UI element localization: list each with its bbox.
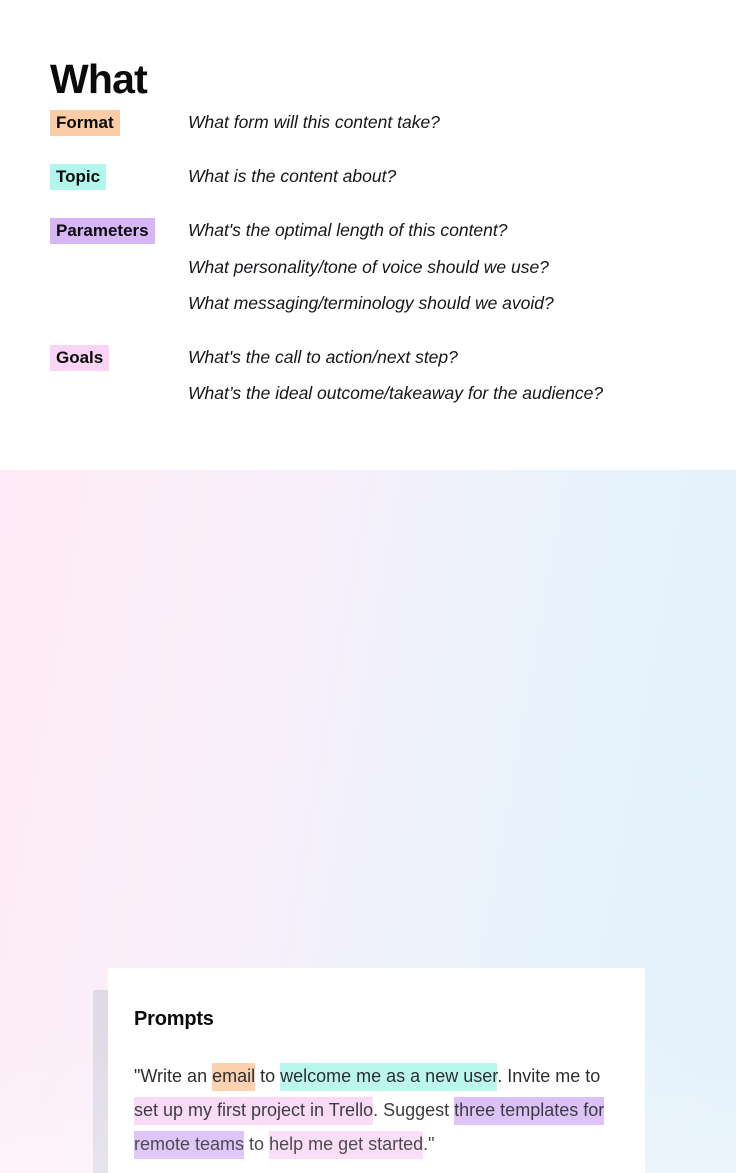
prompt-highlight-orange: email xyxy=(212,1063,256,1091)
spec-question: What's the optimal length of this conten… xyxy=(188,220,508,241)
spec-label-cell: Goals xyxy=(50,343,188,371)
spec-row: Format What form will this content take? xyxy=(50,108,710,137)
prompts-body: "Write an email to welcome me as a new u… xyxy=(134,1059,615,1173)
prompt-highlight-pink: set up my first project in Trello xyxy=(134,1097,374,1125)
prompt-plain-text: to xyxy=(244,1134,270,1154)
spec-label-chip-goals: Goals xyxy=(50,344,110,371)
spec-label-cell: Format xyxy=(50,108,188,137)
spec-row: Topic What is the content about? xyxy=(50,162,710,191)
prompts-card-title: Prompts xyxy=(134,1008,214,1030)
spec-table: Format What form will this content take? T… xyxy=(50,108,710,407)
prompt-text: "Write an email to welcome me as a new u… xyxy=(134,1059,615,1161)
page-title: What xyxy=(50,56,148,103)
gradient-backdrop: Prompts "Write an email to welcome me as… xyxy=(0,470,736,1173)
spec-label-cell: Parameters xyxy=(50,216,188,245)
spec-question-list: What's the call to action/next step? What… xyxy=(188,343,710,407)
spec-question: What messaging/terminology should we avo… xyxy=(188,293,554,314)
spec-label-chip-parameters: Parameters xyxy=(50,218,155,245)
prompt-highlight-cyan: welcome me as a new user xyxy=(280,1063,498,1091)
prompt-plain-text: to xyxy=(255,1066,281,1086)
spec-question: What personality/tone of voice should we… xyxy=(188,256,549,277)
spec-row: Goals What's the call to action/next step… xyxy=(50,343,710,407)
spec-row: Parameters What's the optimal length of t… xyxy=(50,216,710,317)
spec-question-list: What's the optimal length of this conten… xyxy=(188,216,710,317)
worksheet-top-section: What Format What form will this content t… xyxy=(0,0,736,470)
spec-label-chip-format: Format xyxy=(50,110,120,137)
prompt-highlight-pink: help me get started xyxy=(269,1131,424,1159)
spec-question: What’s the ideal outcome/takeaway for th… xyxy=(188,383,604,404)
prompt-plain-text: . Invite me to xyxy=(497,1066,601,1086)
spec-question: What's the call to action/next step? xyxy=(188,346,458,367)
prompt-plain-text: ." xyxy=(423,1134,435,1154)
spec-question-list: What is the content about? xyxy=(188,162,710,190)
prompt-plain-text: . Suggest xyxy=(373,1100,455,1120)
spec-label-cell: Topic xyxy=(50,162,188,191)
prompts-card: Prompts "Write an email to welcome me as… xyxy=(108,968,645,1173)
spec-question: What form will this content take? xyxy=(188,112,440,132)
spec-question: What is the content about? xyxy=(188,166,397,187)
prompt-plain-text: "Write an xyxy=(134,1066,213,1086)
spec-label-chip-topic: Topic xyxy=(50,164,107,191)
spec-question-list: What form will this content take? xyxy=(188,108,710,136)
